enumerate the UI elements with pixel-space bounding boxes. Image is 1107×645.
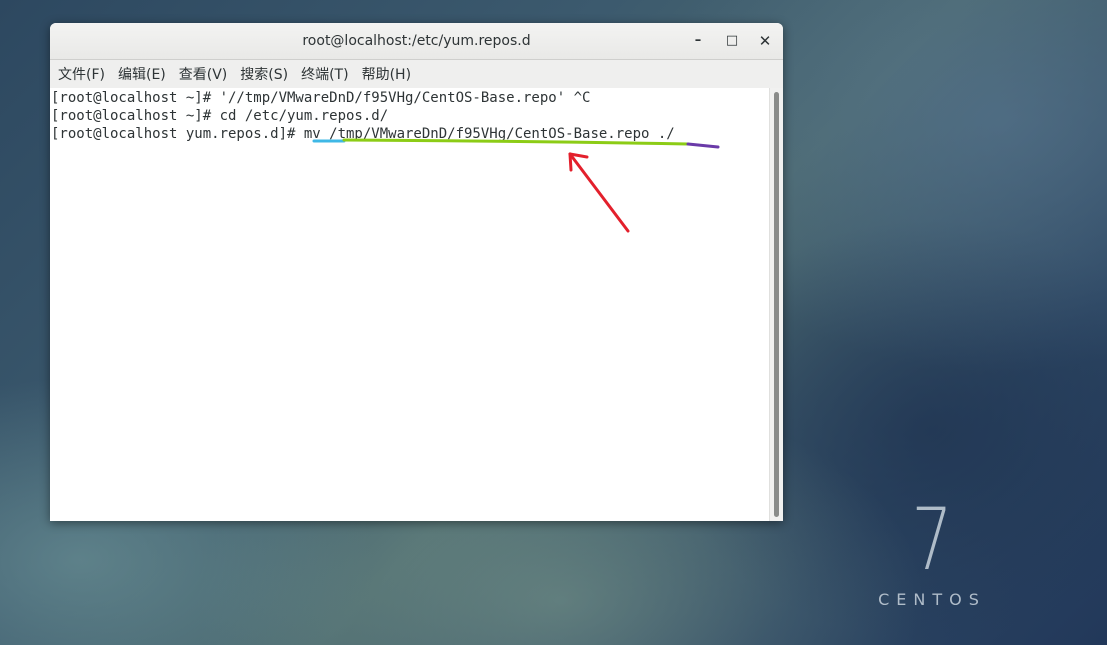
menu-search[interactable]: 搜索(S) — [235, 64, 296, 84]
title-bar[interactable]: root@localhost:/etc/yum.repos.d – □ ✕ — [50, 23, 783, 60]
centos-wordmark: CENTOS — [878, 590, 986, 609]
close-button[interactable]: ✕ — [754, 31, 776, 51]
terminal-line: [root@localhost ~]# '//tmp/VMwareDnD/f95… — [51, 90, 591, 106]
maximize-button[interactable]: □ — [721, 31, 743, 51]
terminal-line: [root@localhost ~]# cd /etc/yum.repos.d/ — [51, 108, 389, 124]
menu-bar: 文件(F) 编辑(E) 查看(V) 搜索(S) 终端(T) 帮助(H) — [50, 60, 783, 89]
menu-file[interactable]: 文件(F) — [53, 64, 113, 84]
centos-logo: 7 CENTOS — [872, 490, 992, 609]
vertical-scrollbar[interactable] — [769, 88, 783, 521]
menu-help[interactable]: 帮助(H) — [357, 64, 419, 84]
terminal-window: root@localhost:/etc/yum.repos.d – □ ✕ 文件… — [50, 23, 783, 521]
scrollbar-thumb[interactable] — [774, 92, 779, 517]
menu-terminal[interactable]: 终端(T) — [296, 64, 356, 84]
menu-edit[interactable]: 编辑(E) — [113, 64, 174, 84]
minimize-button[interactable]: – — [687, 31, 709, 51]
menu-view[interactable]: 查看(V) — [174, 64, 236, 84]
terminal-output[interactable]: [root@localhost ~]# '//tmp/VMwareDnD/f95… — [50, 88, 770, 521]
window-title: root@localhost:/etc/yum.repos.d — [302, 33, 531, 49]
terminal-line: [root@localhost yum.repos.d]# mv /tmp/VM… — [51, 126, 675, 142]
centos-version-number: 7 — [911, 490, 953, 590]
